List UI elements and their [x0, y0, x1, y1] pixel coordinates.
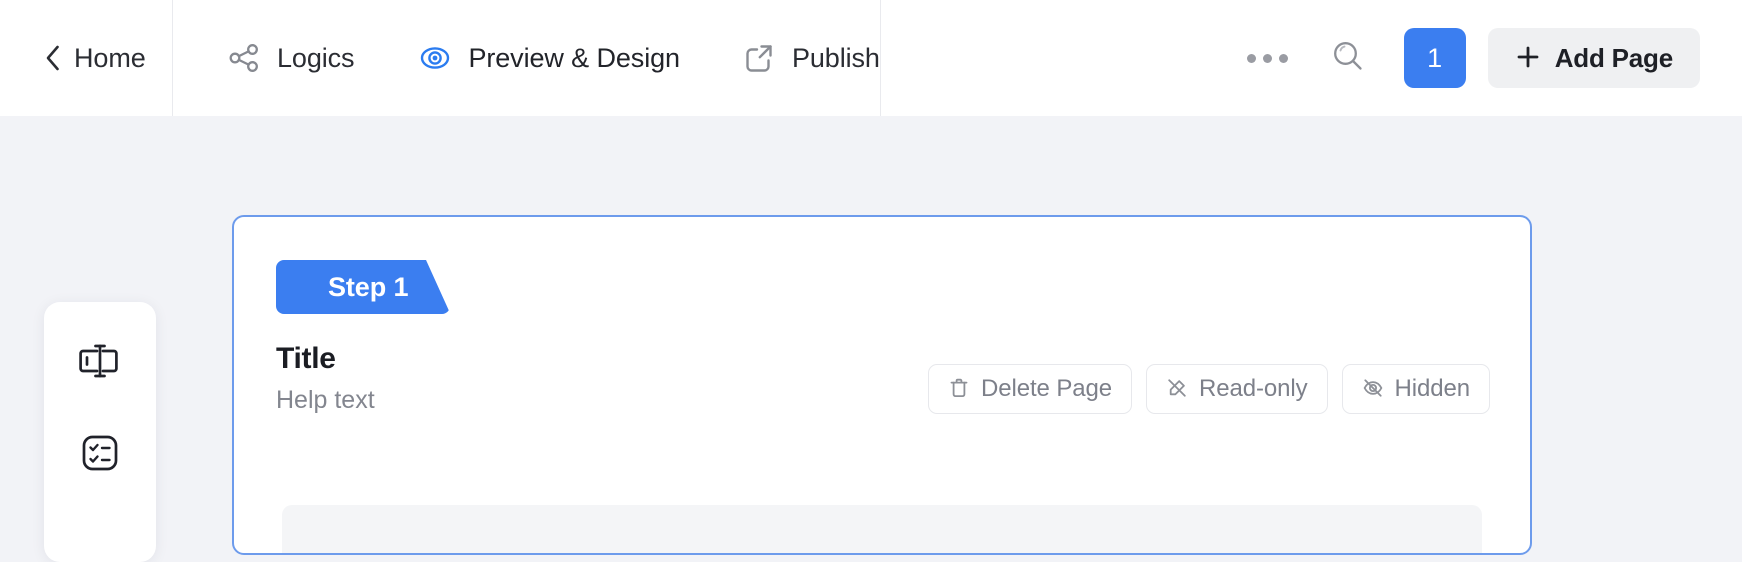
delete-page-label: Delete Page [981, 375, 1112, 403]
chevron-left-icon [44, 44, 61, 72]
page-help-text: Help text [276, 387, 375, 415]
nav-item-logics[interactable]: Logics [227, 0, 354, 116]
nav-label-preview-design: Preview & Design [468, 43, 680, 74]
add-page-label: Add Page [1555, 43, 1673, 74]
external-link-icon [742, 41, 776, 75]
delete-page-button[interactable]: Delete Page [928, 364, 1132, 414]
ellipsis-icon [1247, 54, 1288, 63]
page-title-block: Title Help text [276, 342, 375, 415]
hidden-label: Hidden [1395, 375, 1470, 403]
step-badge: Step 1 [276, 260, 450, 314]
toolbar-right-zone: 1 Add Page [881, 0, 1742, 116]
home-back-link[interactable]: Home [44, 43, 146, 74]
nav-item-publish[interactable]: Publish [742, 0, 880, 116]
page-number-badge[interactable]: 1 [1404, 28, 1466, 88]
page-number-value: 1 [1427, 43, 1442, 74]
trash-icon [948, 377, 970, 402]
page-title: Title [276, 342, 375, 375]
plus-icon [1515, 44, 1541, 73]
page-card-actions: Delete Page Read-only [928, 364, 1490, 414]
page-card[interactable]: Step 1 Title Help text Delete Page [232, 215, 1532, 555]
app-root: Home Logics [0, 0, 1742, 542]
palette-item-text-input[interactable] [69, 336, 131, 390]
page-field-placeholder[interactable] [282, 505, 1482, 555]
hidden-button[interactable]: Hidden [1342, 364, 1490, 414]
search-button[interactable] [1322, 32, 1374, 84]
page-card-header: Title Help text Delete Page [276, 342, 1490, 415]
read-only-button[interactable]: Read-only [1146, 364, 1328, 414]
top-toolbar: Home Logics [0, 0, 1742, 116]
share-nodes-icon [227, 41, 261, 75]
home-label: Home [74, 43, 146, 74]
nav-label-publish: Publish [792, 43, 880, 74]
more-options-button[interactable] [1242, 32, 1294, 84]
eye-off-icon [1362, 377, 1384, 402]
toolbar-home-zone: Home [0, 0, 172, 116]
search-icon [1327, 35, 1369, 82]
read-only-label: Read-only [1199, 375, 1308, 403]
nav-item-preview-design[interactable]: Preview & Design [418, 0, 680, 116]
nav-label-logics: Logics [277, 43, 354, 74]
pencil-off-icon [1166, 377, 1188, 402]
eye-target-icon [418, 41, 452, 75]
text-input-field-icon [73, 339, 127, 388]
add-page-button[interactable]: Add Page [1488, 28, 1700, 88]
palette-item-checklist[interactable] [69, 428, 131, 482]
step-badge-label: Step 1 [328, 272, 408, 303]
element-palette [44, 302, 156, 562]
checklist-icon [76, 429, 124, 482]
toolbar-nav-zone: Logics Preview & Design [173, 0, 880, 116]
